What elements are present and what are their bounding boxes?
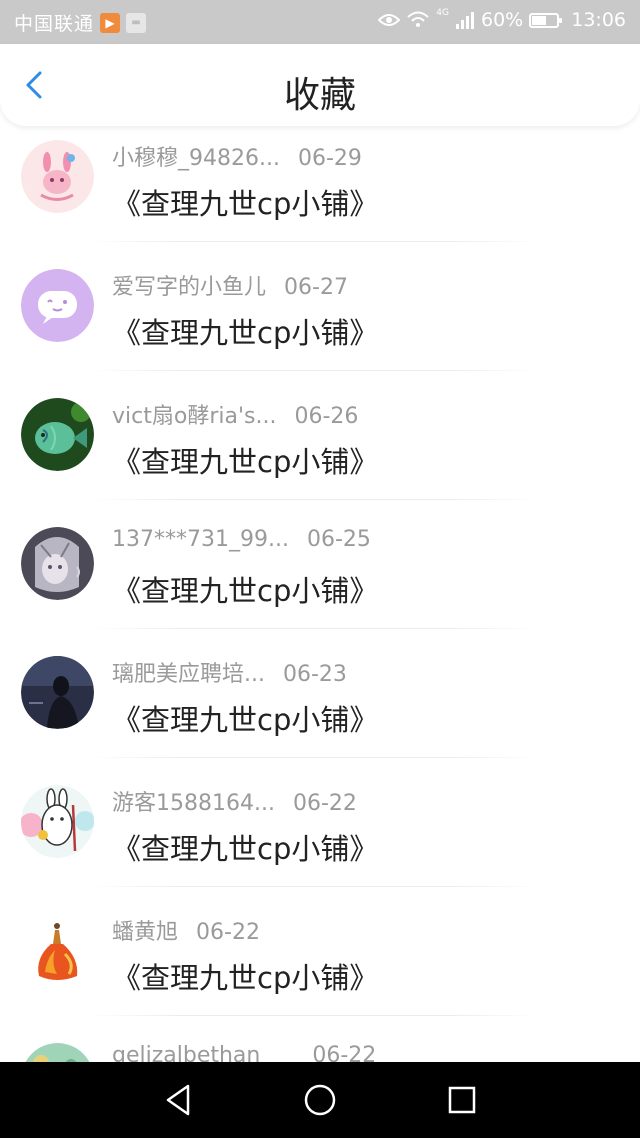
status-left: 中国联通 ▶ ▬ xyxy=(14,9,147,36)
eye-icon xyxy=(378,14,401,26)
list-item[interactable]: 游客1588164... 06-22 《查理九世cp小铺》 xyxy=(0,771,640,899)
item-title: 《查理九世cp小铺》 xyxy=(112,961,379,995)
wifi-icon xyxy=(407,11,429,27)
list-item[interactable]: 小穆穆_94826... 06-29 《查理九世cp小铺》 xyxy=(0,126,640,254)
pink-creature-avatar xyxy=(21,140,94,213)
circle-home-icon xyxy=(304,1084,336,1116)
page-title: 收藏 xyxy=(283,75,356,116)
item-title: 《查理九世cp小铺》 xyxy=(112,574,379,608)
list-item[interactable]: 蟠黄旭 06-22 《查理九世cp小铺》 xyxy=(0,900,640,1028)
video-app-icon: ▶ xyxy=(100,12,121,33)
item-title: 《查理九世cp小铺》 xyxy=(112,445,379,479)
item-meta: vict扇o酵ria's... 06-26 xyxy=(112,398,358,430)
green-avatar xyxy=(21,1043,94,1062)
nav-recents-button[interactable] xyxy=(444,1082,480,1118)
list-item[interactable]: vict扇o酵ria's... 06-26 《查理九世cp小铺》 xyxy=(0,384,640,512)
status-right: 4G 60% 13:06 xyxy=(378,8,626,31)
item-author: 游客1588164... xyxy=(112,791,275,816)
network-label: 4G xyxy=(436,8,449,18)
item-title: 《查理九世cp小铺》 xyxy=(112,832,379,866)
item-meta: 璃肥美应聘培... 06-23 xyxy=(112,656,347,688)
list-item[interactable]: gelizalbethan 06-22 xyxy=(0,1029,640,1062)
triangle-back-icon xyxy=(166,1084,190,1116)
item-author: gelizalbethan xyxy=(112,1043,261,1062)
favorites-list: 小穆穆_94826... 06-29 《查理九世cp小铺》 爱写字的小鱼儿 06-2… xyxy=(0,126,640,1062)
divider xyxy=(90,241,540,242)
item-date: 06-27 xyxy=(284,275,348,300)
item-author: 璃肥美应聘培... xyxy=(112,662,265,687)
divider xyxy=(90,370,540,371)
item-date: 06-22 xyxy=(292,791,357,816)
notification-app-icon: ▬ xyxy=(126,12,147,33)
list-item[interactable]: 137***731_99... 06-25 《查理九世cp小铺》 xyxy=(0,513,640,641)
clock: 13:06 xyxy=(571,9,626,31)
list-item[interactable]: 爱写字的小鱼儿 06-27 《查理九世cp小铺》 xyxy=(0,255,640,383)
item-date: 06-23 xyxy=(282,662,347,687)
header: 收藏 xyxy=(0,44,640,126)
divider xyxy=(90,628,540,629)
screen: 中国联通 ▶ ▬ 4G 60% 13:06 收藏 小穆穆_94826... 06… xyxy=(0,0,640,1138)
item-meta: 小穆穆_94826... 06-29 xyxy=(112,140,362,172)
anime-girl-avatar xyxy=(21,527,94,600)
carrier-label: 中国联通 xyxy=(14,13,95,35)
system-nav-bar xyxy=(0,1062,640,1138)
nav-back-button[interactable] xyxy=(160,1082,196,1118)
item-author: 137***731_99... xyxy=(112,527,289,552)
item-author: 爱写字的小鱼儿 xyxy=(112,275,267,300)
status-bar: 中国联通 ▶ ▬ 4G 60% 13:06 xyxy=(0,0,640,44)
item-date: 06-22 xyxy=(312,1043,377,1062)
flame-dress-avatar xyxy=(21,914,94,987)
item-title: 《查理九世cp小铺》 xyxy=(112,187,379,221)
item-meta: 蟠黄旭 06-22 xyxy=(112,914,260,946)
battery-level xyxy=(532,15,547,25)
rabbit-avatar xyxy=(21,785,94,858)
signal-icon xyxy=(456,12,474,29)
divider xyxy=(90,886,540,887)
square-recents-icon xyxy=(448,1086,476,1114)
item-author: vict扇o酵ria's... xyxy=(112,404,277,429)
item-meta: gelizalbethan 06-22 xyxy=(112,1043,376,1062)
battery-icon xyxy=(529,12,563,28)
item-date: 06-26 xyxy=(294,404,359,429)
list-item[interactable]: 璃肥美应聘培... 06-23 《查理九世cp小铺》 xyxy=(0,642,640,770)
dark-photo-avatar xyxy=(21,656,94,729)
divider xyxy=(90,499,540,500)
battery-percent: 60% xyxy=(481,9,524,31)
item-author: 小穆穆_94826... xyxy=(112,146,280,171)
nav-home-button[interactable] xyxy=(302,1082,338,1118)
fish-avatar xyxy=(21,398,94,471)
item-title: 《查理九世cp小铺》 xyxy=(112,316,379,350)
item-meta: 爱写字的小鱼儿 06-27 xyxy=(112,269,348,301)
purple-chat-avatar xyxy=(21,269,94,342)
item-date: 06-29 xyxy=(297,146,362,171)
item-author: 蟠黄旭 xyxy=(112,920,179,945)
item-date: 06-25 xyxy=(306,527,371,552)
divider xyxy=(90,1015,540,1016)
divider xyxy=(90,757,540,758)
item-title: 《查理九世cp小铺》 xyxy=(112,703,379,737)
item-meta: 137***731_99... 06-25 xyxy=(112,527,371,552)
item-meta: 游客1588164... 06-22 xyxy=(112,785,357,817)
item-date: 06-22 xyxy=(196,920,260,945)
